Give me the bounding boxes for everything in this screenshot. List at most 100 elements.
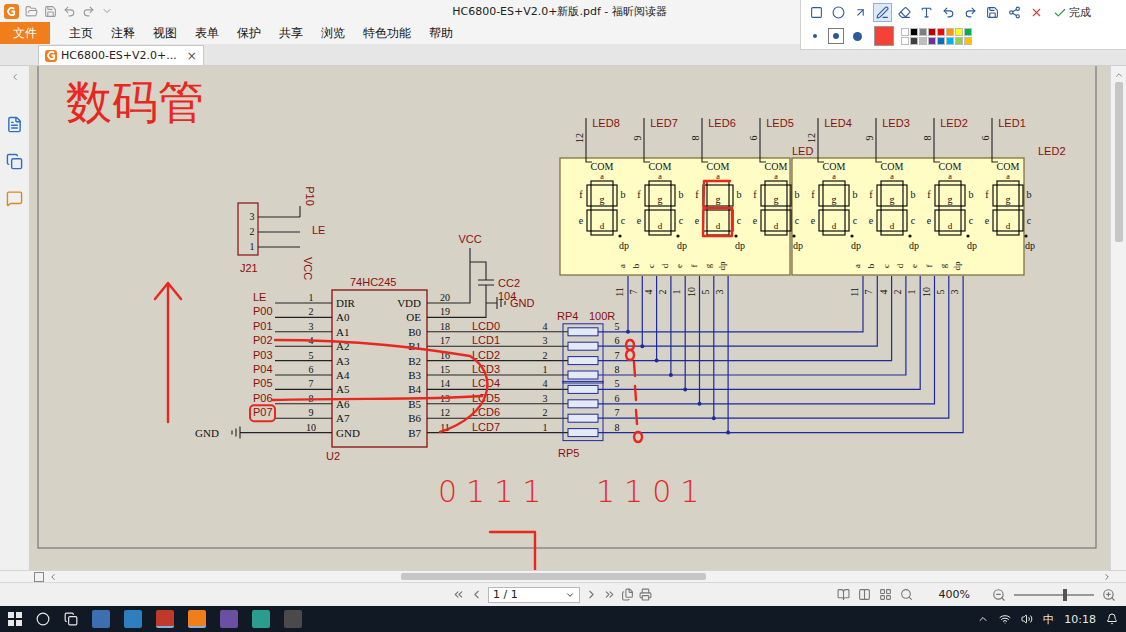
print-icon[interactable] [639, 588, 652, 601]
palette-color[interactable] [901, 28, 909, 36]
taskbar-app[interactable] [156, 610, 174, 628]
page-dropdown-icon[interactable] [565, 590, 575, 600]
menu-item[interactable]: 保护 [228, 22, 270, 44]
volume-icon[interactable] [1021, 613, 1033, 625]
palette-color[interactable] [964, 28, 972, 36]
tray-expand-icon[interactable] [977, 613, 989, 625]
zoom-out-icon[interactable] [992, 588, 1006, 602]
taskbar-app[interactable] [92, 610, 110, 628]
pen-size-button[interactable] [849, 28, 865, 44]
palette-color[interactable] [946, 37, 954, 45]
palette-color[interactable] [901, 37, 909, 45]
palette-color[interactable] [946, 28, 954, 36]
horizontal-scrollbar[interactable] [0, 570, 1126, 582]
menu-item[interactable]: 特色功能 [354, 22, 420, 44]
tool-button[interactable] [873, 3, 892, 22]
zoom-in-icon[interactable] [1102, 588, 1116, 602]
single-page-icon[interactable] [837, 588, 850, 601]
palette-color[interactable] [919, 28, 927, 36]
segment-outline [1019, 210, 1023, 231]
collapse-icon[interactable] [10, 72, 20, 82]
menu-item[interactable]: 主页 [60, 22, 102, 44]
task-view-icon[interactable] [64, 612, 78, 626]
menu-item[interactable]: 视图 [144, 22, 186, 44]
menu-item[interactable]: 帮助 [420, 22, 462, 44]
tool-button[interactable] [1027, 3, 1046, 22]
pdf-file-icon[interactable] [45, 50, 57, 62]
document-view[interactable]: 数码管3P102LE1VCCJ2174HC245U2LE1DIRP002A0P0… [30, 66, 1110, 570]
palette-color[interactable] [910, 28, 918, 36]
menu-item[interactable]: 浏览 [312, 22, 354, 44]
continuous-icon[interactable] [879, 588, 892, 601]
fit-icon[interactable] [900, 588, 913, 601]
menu-item[interactable]: 共享 [270, 22, 312, 44]
zoom-slider-thumb[interactable] [1063, 589, 1067, 601]
two-page-icon[interactable] [858, 588, 871, 601]
scroll-up-icon[interactable] [1114, 70, 1124, 80]
notifications-icon[interactable] [1106, 613, 1118, 625]
palette-color[interactable] [919, 37, 927, 45]
next-page-icon[interactable] [585, 588, 598, 601]
palette-color[interactable] [910, 37, 918, 45]
pen-size-button[interactable] [828, 28, 844, 44]
scroll-thumb[interactable] [401, 573, 706, 580]
menu-item[interactable]: 表单 [186, 22, 228, 44]
page-number-field[interactable]: 1 / 1 [488, 587, 580, 603]
tool-button[interactable] [983, 3, 1002, 22]
page-thumbnails-icon[interactable] [6, 116, 23, 133]
page-copy-icon[interactable] [621, 588, 634, 601]
palette-color[interactable] [955, 28, 963, 36]
pen-size-button[interactable] [807, 28, 823, 44]
customize-icon[interactable] [101, 5, 113, 17]
palette-color[interactable] [937, 28, 945, 36]
tool-button[interactable] [1005, 3, 1024, 22]
comments-icon[interactable] [6, 190, 23, 207]
tool-button[interactable] [917, 3, 936, 22]
scroll-track[interactable] [58, 573, 1102, 581]
taskbar-app[interactable] [124, 610, 142, 628]
current-color-swatch[interactable] [874, 26, 894, 46]
clock[interactable]: 10:18 [1064, 613, 1096, 626]
scroll-thumb[interactable] [1115, 82, 1123, 242]
taskbar-app[interactable] [284, 610, 302, 628]
palette-color[interactable] [955, 37, 963, 45]
tool-button[interactable] [851, 3, 870, 22]
undo-icon[interactable] [63, 5, 76, 18]
done-button[interactable]: 完成 [1053, 5, 1091, 20]
last-page-icon[interactable] [603, 588, 616, 601]
menu-item[interactable]: 文件 [0, 22, 50, 44]
open-folder-icon[interactable] [25, 5, 38, 18]
zoom-level[interactable]: 400% [939, 588, 970, 601]
zoom-slider[interactable] [1014, 594, 1094, 596]
palette-color[interactable] [937, 37, 945, 45]
first-page-icon[interactable] [452, 588, 465, 601]
palette-color[interactable] [964, 37, 972, 45]
previous-page-icon[interactable] [470, 588, 483, 601]
scroll-left-icon[interactable] [48, 572, 58, 582]
palette-color[interactable] [928, 28, 936, 36]
layers-icon[interactable] [6, 153, 23, 170]
redo-icon[interactable] [82, 5, 95, 18]
palette-color[interactable] [928, 37, 936, 45]
pin-highlight [250, 405, 275, 421]
taskbar-app[interactable] [220, 610, 238, 628]
windows-start-icon[interactable] [8, 612, 22, 626]
search-icon[interactable] [36, 612, 50, 626]
tool-button[interactable] [895, 3, 914, 22]
network-icon[interactable] [999, 613, 1011, 625]
taskbar-app[interactable] [188, 610, 206, 628]
document-tab[interactable]: HC6800-ES+V2.0+...× [38, 45, 204, 65]
segment-outline [877, 210, 881, 231]
menu-item[interactable]: 注释 [102, 22, 144, 44]
app-logo-icon[interactable] [4, 4, 19, 19]
save-icon[interactable] [44, 5, 57, 18]
vertical-scrollbar[interactable] [1110, 66, 1126, 570]
tool-button[interactable] [807, 3, 826, 22]
tool-button[interactable] [961, 3, 980, 22]
tool-button[interactable] [829, 3, 848, 22]
taskbar-app[interactable] [252, 610, 270, 628]
tab-close-button[interactable]: × [187, 49, 197, 63]
input-method[interactable]: 中 [1043, 612, 1054, 627]
tool-button[interactable] [939, 3, 958, 22]
scroll-right-icon[interactable] [1102, 572, 1112, 582]
